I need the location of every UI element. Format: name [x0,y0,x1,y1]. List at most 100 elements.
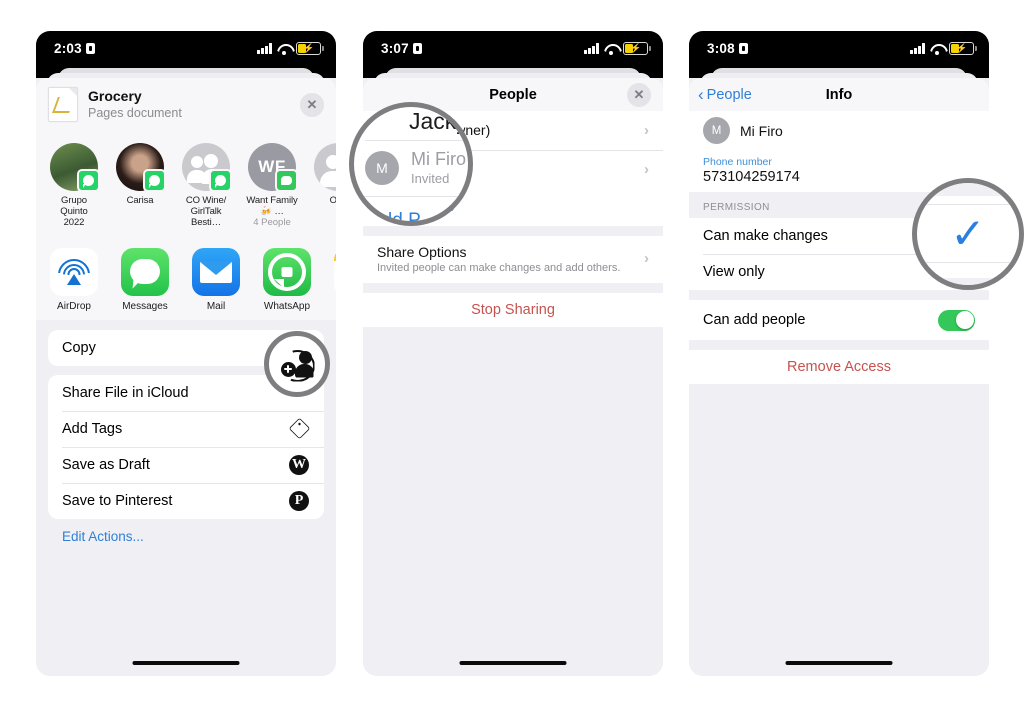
action-save-to-pinterest[interactable]: Save to Pinterest P [48,482,324,519]
share-options-row[interactable]: Share Options Invited people can make ch… [363,236,663,283]
action-save-as-draft[interactable]: Save as Draft W [48,446,324,483]
sheet-card-stack [363,66,663,91]
person-name: Mi Firo [740,122,783,139]
magnifier-permission-checkmark: ✓ [912,178,1024,290]
contact-subtitle: 4 People [253,217,291,229]
magnifier-add-person-icon [264,331,330,397]
permission-label: View only [703,264,765,280]
app-item-notes[interactable]: N [334,247,336,312]
person-card: M Mi Firo Phone number 573104259174 [689,111,989,192]
app-label: WhatsApp [263,300,311,312]
tag-icon [288,417,310,440]
document-header: Grocery Pages document ✕ [36,78,336,133]
section-gap [689,290,989,300]
contact-name-line2: 2022 [63,217,85,229]
contact-item[interactable]: Carisa [114,143,166,229]
back-button[interactable]: ‹ People [698,86,752,103]
permission-label: Can make changes [703,228,828,244]
status-bar-indicators: ⚡ [584,41,651,56]
document-text: Grocery Pages document [88,88,182,122]
whatsapp-icon [143,169,166,192]
action-label: Copy [62,339,96,356]
info-sheet: ‹ People Info M Mi Firo Phone number 573… [689,78,989,676]
app-item-whatsapp[interactable]: WhatsApp [263,247,311,312]
wifi-icon [930,43,944,55]
contact-name: CO Wine/ [185,195,227,206]
action-label: Add Tags [62,420,123,437]
section-gap [363,226,663,236]
wordpress-icon: W [288,454,310,476]
lock-icon [85,43,95,54]
document-title: Grocery [88,87,142,104]
chevron-left-icon: ‹ [698,85,704,104]
app-item-mail[interactable]: Mail [192,247,240,312]
share-apps-row[interactable]: AirDrop Messages Mail WhatsApp [36,236,336,320]
phone-3-info-screen: 3:08 ⚡ ‹ People Info M Mi Firo Phone num… [689,31,989,676]
whatsapp-icon [77,169,100,192]
add-person-icon [280,349,315,382]
status-bar-time-group: 2:03 [54,41,95,56]
magnifier-invited-person: Jacky M Mi Firo Invited Add P [349,102,473,226]
status-bar: 2:03 ⚡ [36,31,336,66]
contact-name: O… [329,195,336,206]
action-label: Share File in iCloud [62,384,189,401]
section-gap [689,384,989,390]
action-label: Save as Draft [62,456,150,473]
status-bar: 3:07 ⚡ [363,31,663,66]
app-label: Messages [122,300,168,312]
lock-icon [738,43,748,54]
pages-document-icon [48,87,78,122]
contact-name: Want Family 🍻 … [246,195,298,218]
battery-charging-icon: ⚡ [296,41,324,56]
person-row: M Mi Firo [689,111,989,150]
can-add-people-row[interactable]: Can add people [689,300,989,340]
contact-item[interactable]: WF Want Family 🍻 … 4 People [246,143,298,229]
stop-sharing-button[interactable]: Stop Sharing [363,293,663,327]
share-options-subtitle: Invited people can make changes and add … [377,262,621,274]
contact-item[interactable]: Grupo Quinto 2022 [48,143,100,229]
home-indicator [132,661,240,665]
app-label: Mail [206,300,226,312]
contact-item[interactable]: CO Wine/ GirlTalk Besti… [180,143,232,229]
contact-item[interactable]: O… [312,143,336,229]
notes-icon [334,247,336,296]
whatsapp-icon [263,247,311,296]
can-add-people-group: Can add people [689,300,989,340]
magnifier-content: Jacky M Mi Firo Invited Add P [354,107,468,221]
phone-number-label: Phone number [703,156,772,168]
magnifier-content: ✓ [917,183,1019,285]
app-label: N [334,301,336,312]
magnified-person-status: Invited [411,171,450,187]
status-bar-time: 3:08 [707,41,735,56]
section-gap [363,327,663,333]
contact-name-line2: GirlTalk Besti… [190,206,222,229]
lock-icon [412,43,422,54]
section-gap [689,340,989,350]
app-item-airdrop[interactable]: AirDrop [50,247,98,312]
cellular-bars-icon [910,43,925,54]
wifi-icon [604,43,618,55]
wifi-icon [277,43,291,55]
remove-access-button[interactable]: Remove Access [689,350,989,384]
action-label: Save to Pinterest [62,492,173,509]
cellular-bars-icon [584,43,599,54]
app-item-messages[interactable]: Messages [121,247,169,312]
battery-charging-icon: ⚡ [623,41,651,56]
back-label: People [706,86,752,103]
can-add-people-toggle[interactable] [938,309,975,331]
home-indicator [785,661,893,665]
status-bar-indicators: ⚡ [910,41,977,56]
action-add-tags[interactable]: Add Tags [48,410,324,447]
airdrop-icon [50,247,98,296]
chevron-right-icon: › [644,122,649,139]
share-options-title: Share Options [377,244,467,260]
app-label: AirDrop [57,300,91,312]
status-bar-time: 3:07 [381,41,409,56]
close-icon[interactable]: ✕ [627,82,651,107]
contact-suggestions-row[interactable]: Grupo Quinto 2022 Carisa CO Wine/ GirlTa… [36,133,336,237]
pinterest-icon: P [288,490,310,512]
avatar: M [703,117,730,144]
close-icon[interactable]: ✕ [300,92,324,117]
edit-actions-link[interactable]: Edit Actions... [48,519,324,544]
chevron-right-icon: › [644,161,649,178]
